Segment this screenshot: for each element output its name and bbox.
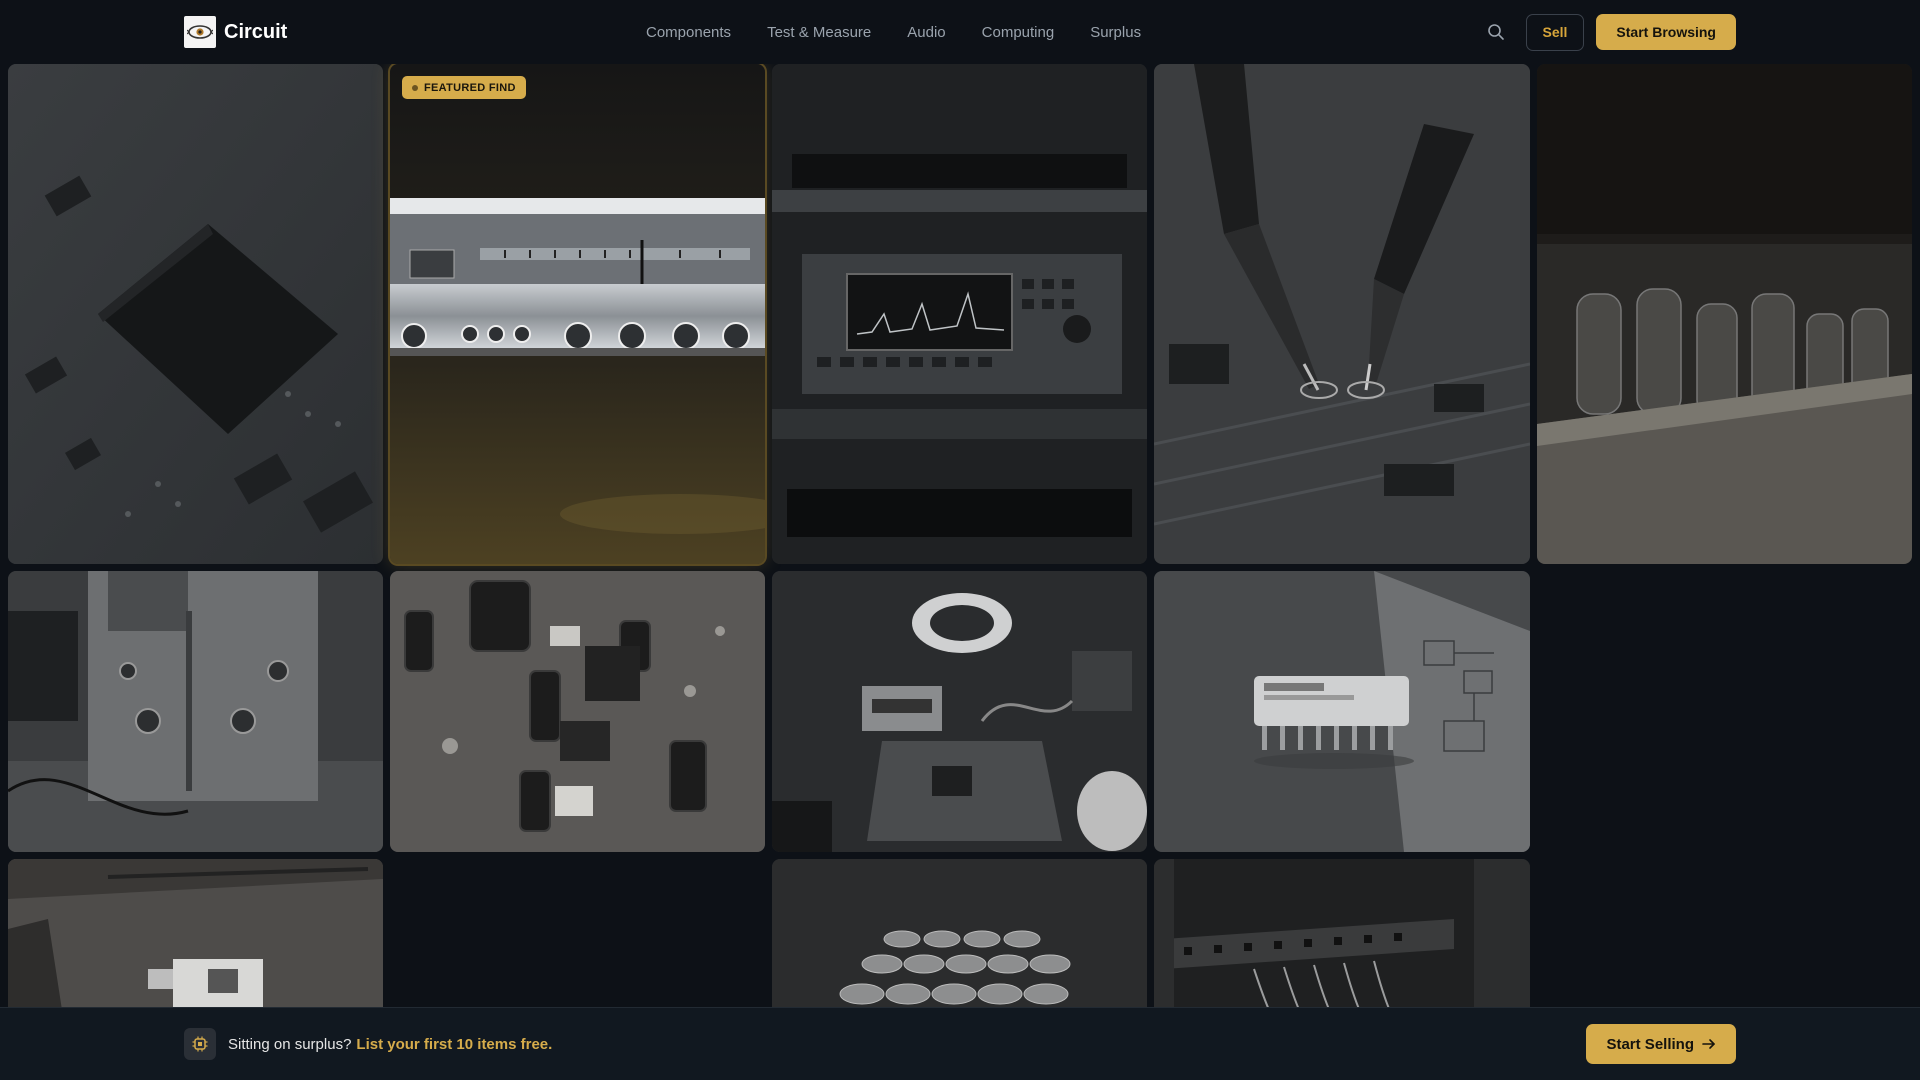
main-nav: Components Test & Measure Audio Computin… <box>646 0 1141 64</box>
nav-test-measure[interactable]: Test & Measure <box>767 24 871 41</box>
nav-audio[interactable]: Audio <box>907 24 945 41</box>
chip-icon <box>184 1028 216 1060</box>
probes-pcb-image <box>1154 64 1530 564</box>
badge-dot-icon <box>412 84 418 91</box>
sell-button[interactable]: Sell <box>1525 13 1585 51</box>
tile-tube-amp[interactable] <box>1537 64 1912 564</box>
promo-link[interactable]: List your first 10 items free. <box>356 1036 552 1053</box>
nav-components[interactable]: Components <box>646 24 731 41</box>
featured-badge-label: FEATURED FIND <box>424 81 516 94</box>
brand-link[interactable]: Circuit <box>184 16 287 48</box>
tile-featured-receiver[interactable]: FEATURED FIND <box>390 64 765 564</box>
header-actions: Sell Start Browsing <box>1478 0 1736 64</box>
tube-amp-image <box>1537 64 1912 564</box>
search-button[interactable] <box>1478 14 1514 50</box>
arrow-right-icon <box>1702 1039 1715 1049</box>
promo-prompt: Sitting on surplus? <box>228 1035 352 1053</box>
brand-name: Circuit <box>224 20 288 43</box>
vintage-receiver-image <box>390 64 765 564</box>
nav-computing[interactable]: Computing <box>982 24 1055 41</box>
search-icon <box>1487 24 1504 40</box>
capacitor-pcb-image <box>390 571 765 852</box>
soldering-bench-image <box>772 571 1147 852</box>
tile-soldering-bench[interactable] <box>772 571 1147 852</box>
tile-dip-ic[interactable] <box>1154 571 1530 852</box>
start-browsing-button[interactable]: Start Browsing <box>1596 14 1736 50</box>
dip-ic-image <box>1154 571 1530 852</box>
nav-surplus[interactable]: Surplus <box>1090 24 1141 41</box>
rack-analyzer-image <box>772 64 1147 564</box>
bench-oscilloscope-image <box>8 571 383 852</box>
tile-circuit-board[interactable] <box>8 64 383 564</box>
tile-probes-pcb[interactable] <box>1154 64 1530 564</box>
featured-badge: FEATURED FIND <box>402 76 526 99</box>
circuit-board-image <box>8 64 383 564</box>
circuit-logo-icon <box>184 16 216 48</box>
tile-rack-analyzer[interactable] <box>772 64 1147 564</box>
promo-text: Sitting on surplus? List your first 10 it… <box>228 1036 552 1053</box>
sell-promo-bar: Sitting on surplus? List your first 10 it… <box>0 1007 1920 1080</box>
start-selling-button[interactable]: Start Selling <box>1586 1024 1736 1064</box>
top-nav-bar: Circuit Components Test & Measure Audio … <box>0 0 1920 64</box>
start-selling-label: Start Selling <box>1606 1035 1694 1053</box>
tile-bench-oscilloscope[interactable] <box>8 571 383 852</box>
tile-capacitor-pcb[interactable] <box>390 571 765 852</box>
